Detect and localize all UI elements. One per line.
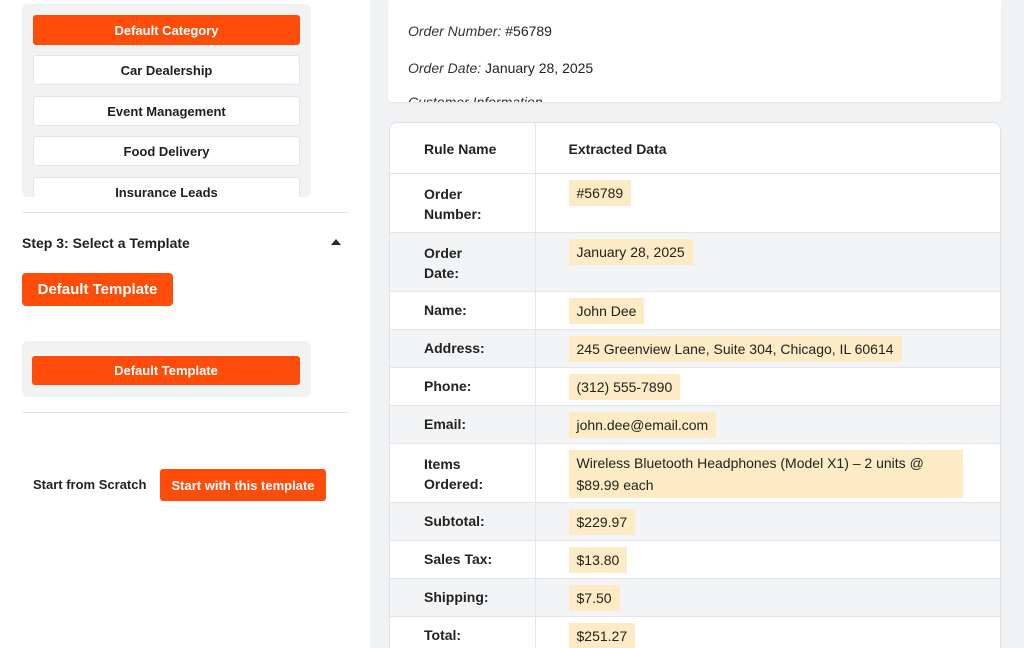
extracted-value: $7.50 [568,584,620,611]
extracted-value: (312) 555-7890 [568,373,681,400]
extracted-data-cell: (312) 555-7890 [535,366,1000,405]
template-list: Default Template [22,341,311,397]
extracted-value: john.dee@email.com [568,411,717,438]
category-item-car-dealership[interactable]: Car Dealership [33,55,300,85]
extracted-data-cell: Wireless Bluetooth Headphones (Model X1)… [535,442,1000,502]
rule-name: Email: [424,415,467,432]
caret-up-icon[interactable] [331,239,341,245]
table-row: Subtotal: $229.97 [390,501,1000,540]
rule-name-cell: Order Date: [390,231,536,291]
header-rule-name: Rule Name [390,123,536,173]
divider [22,412,349,413]
extracted-data-cell: $7.50 [535,577,1000,616]
rule-name: Total: [424,626,462,643]
rule-name-cell: Total: [390,615,536,648]
extracted-value: January 28, 2025 [568,238,693,265]
doc-customer-info: Customer Information [408,94,543,102]
rule-name: Order Number: [424,185,482,222]
rule-name-cell: Shipping: [390,577,536,616]
doc-order-number-label: Order Number: [408,23,502,39]
table-row: Phone: (312) 555-7890 [390,366,1000,405]
right-panel: Order Number: #56789 Order Date: January… [370,0,1024,648]
rule-name-cell: Order Number: [390,172,536,232]
extracted-value: Wireless Bluetooth Headphones (Model X1)… [568,449,963,498]
category-list: Default Category Car Dealership Event Ma… [22,4,311,197]
start-with-template-button[interactable]: Start with this template [160,469,326,501]
doc-customer-info-label: Customer Information [408,94,543,102]
doc-order-date-label: Order Date: [408,60,482,76]
rule-name-cell: Subtotal: [390,501,536,540]
category-item-default[interactable]: Default Category [33,15,300,45]
extracted-data-cell: #56789 [535,172,1000,232]
table-row: Shipping: $7.50 [390,577,1000,616]
rule-name-cell: Items Ordered: [390,442,536,502]
table-row: Email: john.dee@email.com [390,404,1000,443]
doc-order-date-value: January 28, 2025 [481,60,594,76]
table-row: Name: John Dee [390,290,1000,329]
rule-name-cell: Email: [390,404,536,443]
extracted-data-cell: $13.80 [535,539,1000,578]
left-panel: Default Category Car Dealership Event Ma… [0,0,370,648]
step3-title: Step 3: Select a Template [22,235,190,251]
rule-name-cell: Sales Tax: [390,539,536,578]
table-row: Order Date: January 28, 2025 [390,231,1000,291]
table-row: Items Ordered: Wireless Bluetooth Headph… [390,442,1000,502]
extracted-data-cell: 245 Greenview Lane, Suite 304, Chicago, … [535,328,1000,367]
rule-name: Items Ordered: [424,455,484,492]
extracted-value: #56789 [568,179,632,206]
table-row: Total: $251.27 [390,615,1000,648]
rule-name: Shipping: [424,588,489,605]
start-from-scratch-link[interactable]: Start from Scratch [33,477,146,492]
extracted-value: John Dee [568,297,645,324]
table-row: Sales Tax: $13.80 [390,539,1000,578]
rule-name-cell: Name: [390,290,536,329]
doc-order-date: Order Date: January 28, 2025 [408,60,593,76]
extracted-data-cell: $229.97 [535,501,1000,540]
extracted-data-cell: $251.27 [535,615,1000,648]
table-row: Order Number: #56789 [390,172,1000,232]
rule-name: Name: [424,301,467,318]
template-item-default[interactable]: Default Template [32,356,300,385]
extracted-value: $229.97 [568,508,636,535]
rule-name: Subtotal: [424,512,485,529]
extracted-data-cell: John Dee [535,290,1000,329]
rule-name-cell: Address: [390,328,536,367]
document-preview: Order Number: #56789 Order Date: January… [388,0,1001,102]
extracted-data-cell: January 28, 2025 [535,231,1000,291]
header-extracted-data: Extracted Data [568,141,667,157]
extracted-data-cell: john.dee@email.com [535,404,1000,443]
category-item-food-delivery[interactable]: Food Delivery [33,136,300,166]
extracted-data-table: Rule Name Extracted Data Order Number: #… [389,122,1001,648]
rule-name: Phone: [424,377,472,394]
rule-name: Address: [424,339,485,356]
doc-order-number: Order Number: #56789 [408,23,552,39]
rule-name-cell: Phone: [390,366,536,405]
doc-order-number-value: #56789 [501,23,552,39]
rule-name: Sales Tax: [424,550,493,567]
table-row: Address: 245 Greenview Lane, Suite 304, … [390,328,1000,367]
default-template-button[interactable]: Default Template [22,273,173,306]
category-item-event-management[interactable]: Event Management [33,96,300,126]
extracted-value: 245 Greenview Lane, Suite 304, Chicago, … [568,335,902,362]
extracted-value: $13.80 [568,546,628,573]
category-item-insurance-leads[interactable]: Insurance Leads [33,177,300,197]
rule-name: Order Date: [424,244,463,281]
divider [22,212,349,213]
extracted-value: $251.27 [568,622,636,648]
